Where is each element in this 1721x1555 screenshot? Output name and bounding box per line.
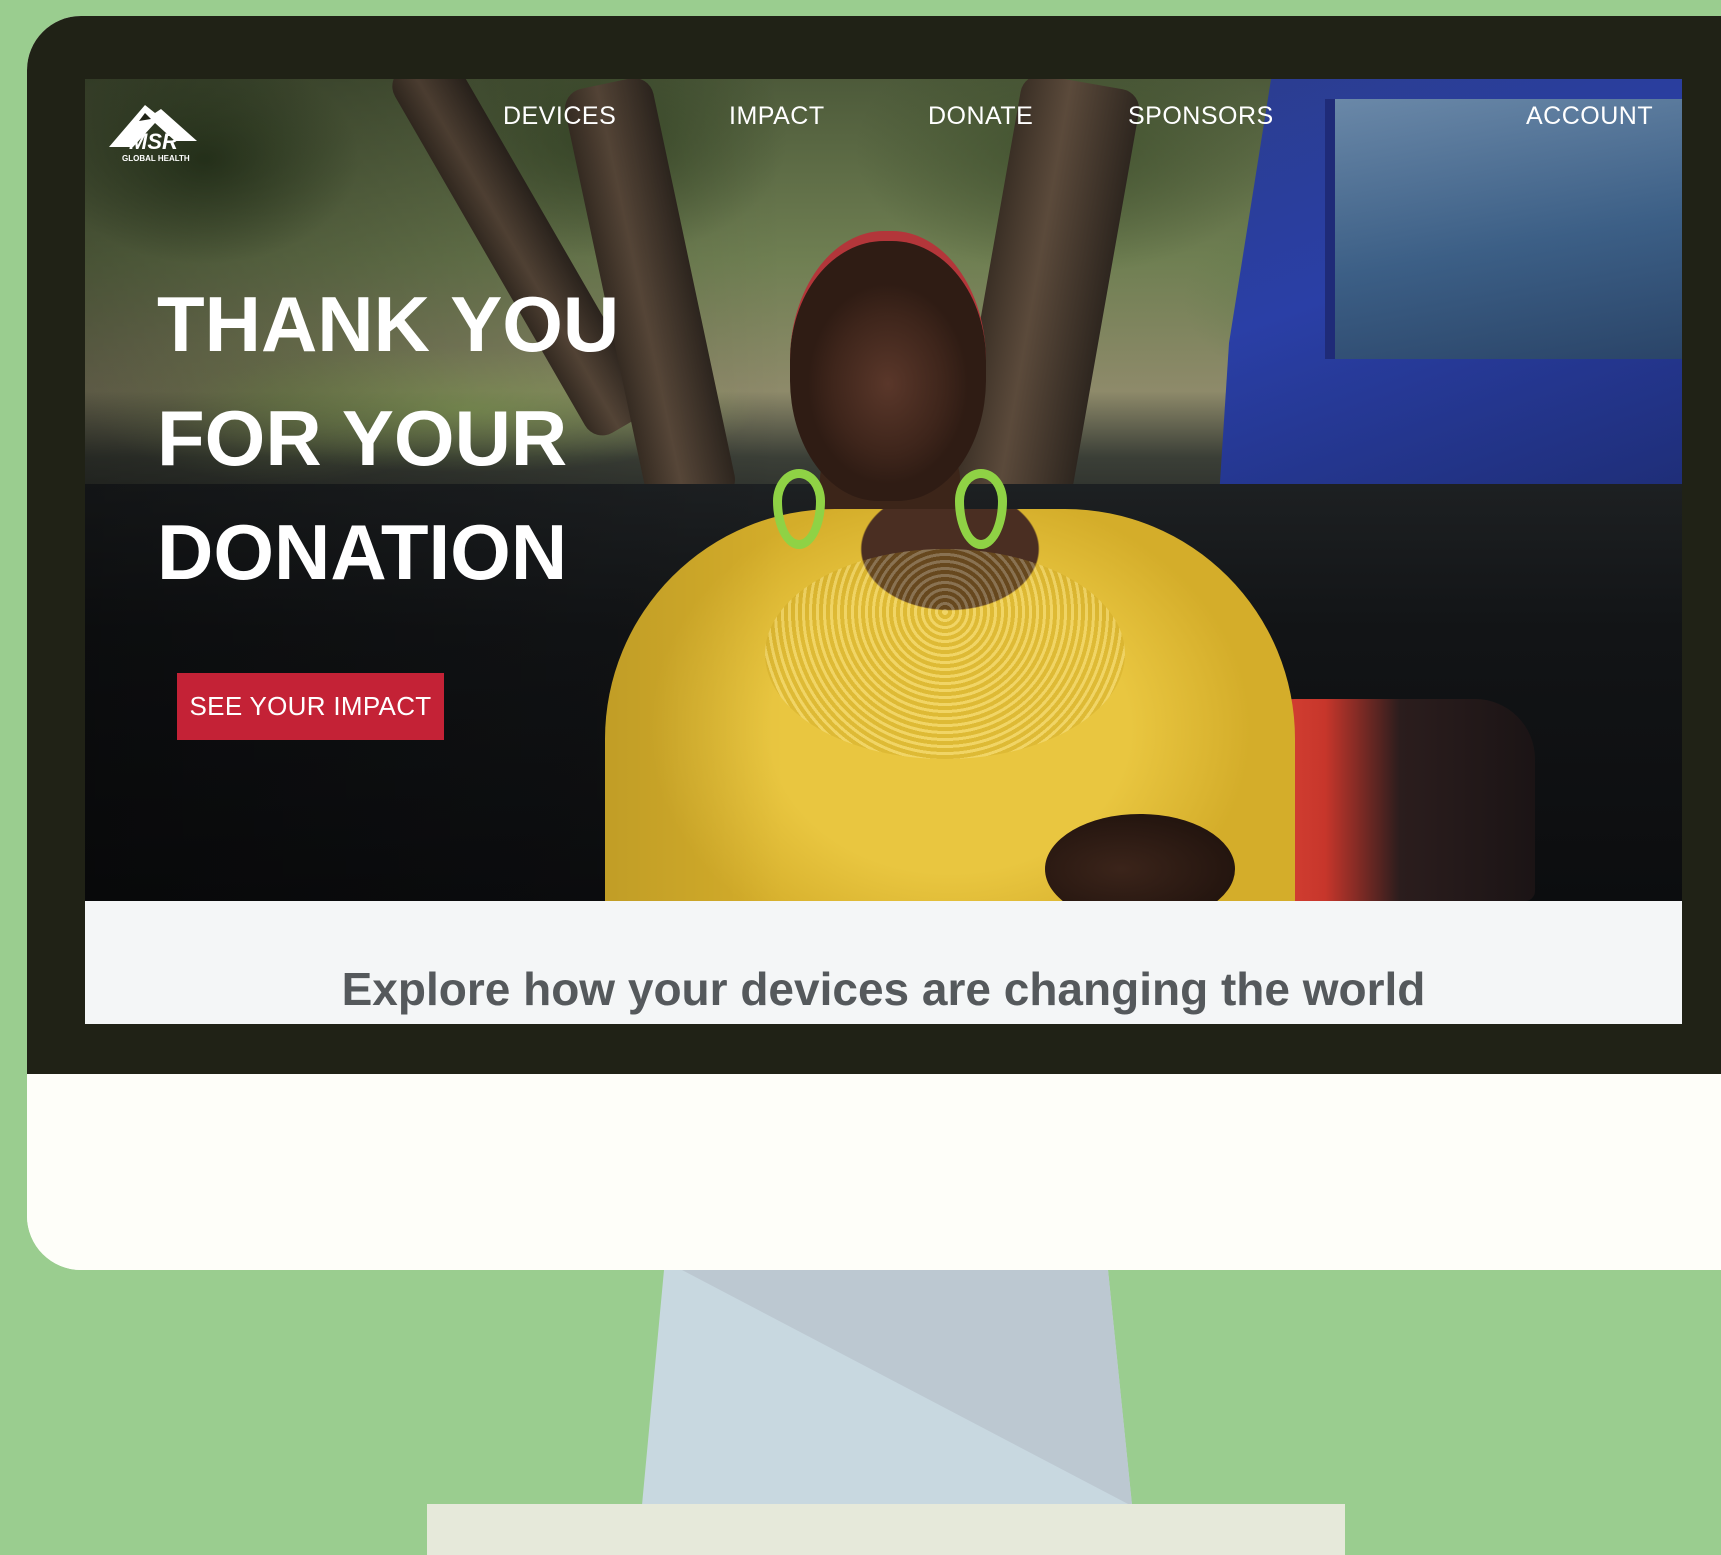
nav-item-donate[interactable]: DONATE [928, 102, 1033, 131]
monitor-stand-base [427, 1504, 1345, 1555]
hero-photo-person-face [790, 231, 986, 501]
hero-banner: MSR GLOBAL HEALTH DEVICES IMPACT DONATE … [85, 79, 1682, 901]
nav-item-account[interactable]: ACCOUNT [1526, 102, 1653, 131]
see-your-impact-button[interactable]: SEE YOUR IMPACT [177, 673, 444, 740]
explore-section: Explore how your devices are changing th… [85, 901, 1682, 1024]
hero-photo-truck-window [1325, 99, 1682, 359]
hero-photo-lace-pattern [765, 549, 1125, 759]
nav-item-impact[interactable]: IMPACT [729, 102, 825, 131]
page-stage: MSR GLOBAL HEALTH DEVICES IMPACT DONATE … [0, 0, 1721, 1555]
logo-subtext: GLOBAL HEALTH [122, 154, 190, 163]
msr-mountain-logo-icon[interactable]: MSR GLOBAL HEALTH [105, 101, 197, 167]
nav-item-sponsors[interactable]: SPONSORS [1128, 102, 1274, 131]
explore-title: Explore how your devices are changing th… [341, 963, 1426, 1015]
monitor: MSR GLOBAL HEALTH DEVICES IMPACT DONATE … [27, 16, 1721, 1270]
hero-headline-line: THANK YOU [157, 280, 620, 368]
hero-headline-line: FOR YOUR [157, 394, 568, 482]
logo-text: MSR [129, 129, 178, 154]
nav-item-devices[interactable]: DEVICES [503, 102, 616, 131]
monitor-chin [27, 1074, 1721, 1270]
hero-headline: THANK YOU FOR YOUR DONATION [157, 267, 677, 609]
screen: MSR GLOBAL HEALTH DEVICES IMPACT DONATE … [85, 79, 1682, 1024]
hero-headline-line: DONATION [157, 508, 568, 596]
